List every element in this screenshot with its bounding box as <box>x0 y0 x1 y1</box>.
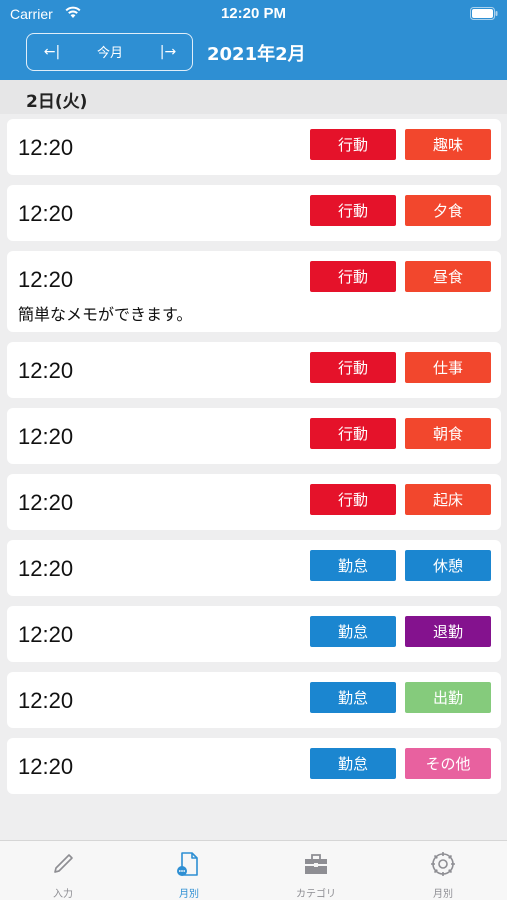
entry-time: 12:20 <box>18 622 74 647</box>
tab-label: カテゴリ <box>296 889 336 900</box>
entry-time: 12:20 <box>18 267 74 292</box>
day-label: 2日(火) <box>26 92 88 112</box>
battery-icon <box>470 7 498 20</box>
entry-card[interactable]: 12:20 行動 起床 <box>7 474 501 530</box>
category-tag[interactable]: 勤怠 <box>310 550 396 581</box>
category-tag[interactable]: 行動 <box>310 418 396 449</box>
current-month-button[interactable]: 今月 <box>77 34 143 69</box>
subcategory-tag[interactable]: 仕事 <box>405 352 491 383</box>
tab-monthly[interactable]: 月別 <box>126 841 252 900</box>
tab-label: 月別 <box>433 889 453 900</box>
entry-time: 12:20 <box>18 135 74 160</box>
subcategory-tag[interactable]: 休憩 <box>405 550 491 581</box>
subcategory-tag[interactable]: 出勤 <box>405 682 491 713</box>
pencil-icon <box>54 854 73 873</box>
entry-card[interactable]: 12:20 行動 夕食 <box>7 185 501 241</box>
tab-label: 入力 <box>53 889 73 900</box>
category-tag[interactable]: 行動 <box>310 352 396 383</box>
day-section-header: 2日(火) <box>0 80 507 114</box>
document-icon <box>177 852 198 876</box>
entry-card[interactable]: 12:20 簡単なメモができます。 行動 昼食 <box>7 251 501 332</box>
tab-label: 月別 <box>179 889 199 900</box>
gear-icon <box>431 852 455 876</box>
category-tag[interactable]: 勤怠 <box>310 616 396 647</box>
status-clock: 12:20 PM <box>220 5 287 22</box>
toolbox-icon <box>305 854 327 874</box>
entry-time: 12:20 <box>18 754 74 779</box>
status-bar: Carrier 12:20 PM <box>0 0 507 28</box>
entry-time: 12:20 <box>18 490 74 515</box>
subcategory-tag[interactable]: 趣味 <box>405 129 491 160</box>
tab-category[interactable]: カテゴリ <box>253 841 379 900</box>
next-month-button[interactable]: |→ <box>143 34 193 69</box>
subcategory-tag[interactable]: 夕食 <box>405 195 491 226</box>
category-tag[interactable]: 勤怠 <box>310 682 396 713</box>
previous-month-button[interactable]: ←| <box>27 34 77 69</box>
entry-card[interactable]: 12:20 勤怠 休憩 <box>7 540 501 596</box>
tab-bar: 入力 月別 カテゴリ 月別 <box>0 840 507 900</box>
subcategory-tag[interactable]: 朝食 <box>405 418 491 449</box>
header: Carrier 12:20 PM ←| 今月 |→ 2021年2月 <box>0 0 507 80</box>
entry-card[interactable]: 12:20 行動 趣味 <box>7 119 501 175</box>
entry-card[interactable]: 12:20 行動 仕事 <box>7 342 501 398</box>
entry-memo: 簡単なメモができます。 <box>18 305 193 324</box>
month-navigator: ←| 今月 |→ <box>26 33 193 71</box>
category-tag[interactable]: 行動 <box>310 195 396 226</box>
entry-time: 12:20 <box>18 201 74 226</box>
entry-time: 12:20 <box>18 358 74 383</box>
category-tag[interactable]: 勤怠 <box>310 748 396 779</box>
subcategory-tag[interactable]: その他 <box>405 748 491 779</box>
entry-time: 12:20 <box>18 424 74 449</box>
subcategory-tag[interactable]: 退勤 <box>405 616 491 647</box>
entry-card[interactable]: 12:20 勤怠 退勤 <box>7 606 501 662</box>
tab-input[interactable]: 入力 <box>0 841 126 900</box>
entry-card[interactable]: 12:20 勤怠 その他 <box>7 738 501 794</box>
month-title: 2021年2月 <box>207 44 306 65</box>
category-tag[interactable]: 行動 <box>310 484 396 515</box>
category-tag[interactable]: 行動 <box>310 261 396 292</box>
entry-card[interactable]: 12:20 勤怠 出勤 <box>7 672 501 728</box>
entry-time: 12:20 <box>18 556 74 581</box>
tab-settings[interactable]: 月別 <box>380 841 506 900</box>
entry-card[interactable]: 12:20 行動 朝食 <box>7 408 501 464</box>
subcategory-tag[interactable]: 起床 <box>405 484 491 515</box>
category-tag[interactable]: 行動 <box>310 129 396 160</box>
entry-time: 12:20 <box>18 688 74 713</box>
subcategory-tag[interactable]: 昼食 <box>405 261 491 292</box>
